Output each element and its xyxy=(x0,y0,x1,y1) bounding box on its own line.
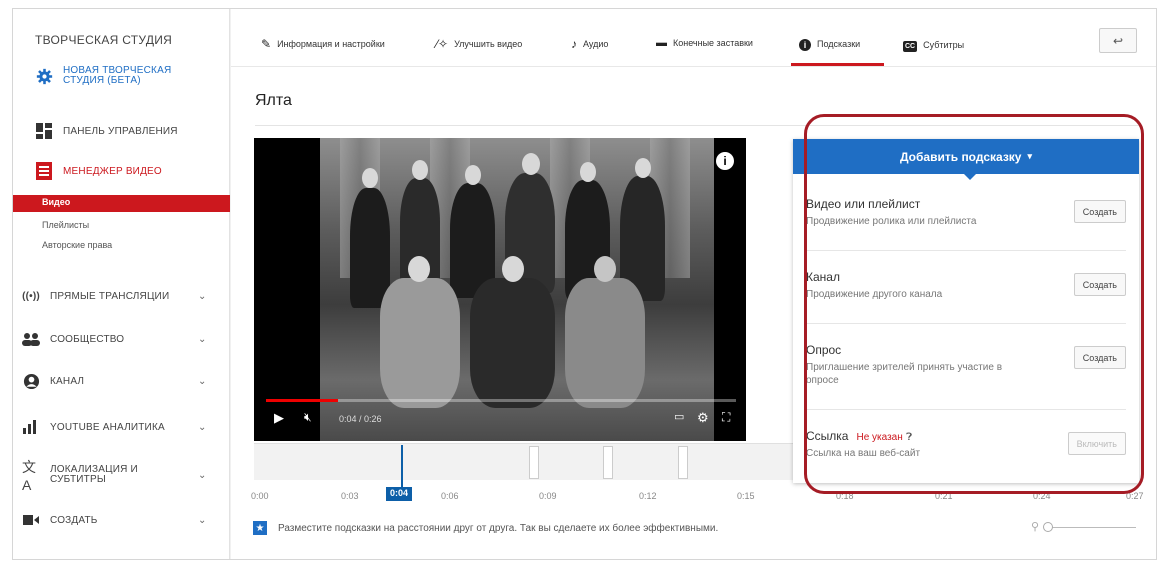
sidebar-item-label: ПРЯМЫЕ ТРАНСЛЯЦИИ xyxy=(50,290,170,302)
dashboard-icon xyxy=(35,122,53,140)
play-icon[interactable]: ▶ xyxy=(274,410,284,426)
tip-message: ★ Разместите подсказки на расстоянии дру… xyxy=(253,521,718,535)
sidebar-item-label: КАНАЛ xyxy=(50,375,85,387)
sidebar-item-label: YOUTUBE АНАЛИТИКА xyxy=(50,421,165,433)
sidebar-sub-copyright[interactable]: Авторские права xyxy=(42,240,112,250)
cc-icon: CC xyxy=(903,41,918,52)
chevron-down-icon: ⌄ xyxy=(198,375,207,387)
tab-info-settings[interactable]: ✎ Информация и настройки xyxy=(261,37,385,51)
tip-text: Разместите подсказки на расстоянии друг … xyxy=(278,522,719,534)
card-marker[interactable] xyxy=(603,446,613,479)
tab-label: Информация и настройки xyxy=(277,39,385,49)
sidebar-item-channel[interactable]: КАНАЛ ⌄ xyxy=(22,372,206,390)
video-player[interactable]: i ▶ 🔇︎ 0:04 / 0:26 ▭ ⚙ ⛶ xyxy=(254,138,746,441)
sidebar-item-label: СОЗДАТЬ xyxy=(50,514,98,526)
timeline-tick: 0:09 xyxy=(539,491,557,501)
channel-icon xyxy=(22,372,40,390)
gear-icon xyxy=(35,67,53,85)
chevron-down-icon: ⌄ xyxy=(198,469,207,481)
zoom-slider[interactable] xyxy=(1046,527,1136,528)
back-arrow-icon: ↩ xyxy=(1112,33,1124,48)
zoom-icon: ⚲ xyxy=(1031,521,1040,533)
tab-label: Улучшить видео xyxy=(454,39,523,49)
sidebar-sub-videos[interactable]: Видео xyxy=(42,197,70,207)
subtitles-icon[interactable]: ▭ xyxy=(674,410,684,423)
sidebar-item-label: НОВАЯ ТВОРЧЕСКАЯ СТУДИЯ (БЕТА) xyxy=(63,65,172,86)
tab-audio[interactable]: ♪ Аудио xyxy=(571,37,608,51)
magic-wand-icon: ⁄✧ xyxy=(436,37,449,51)
chevron-down-icon: ⌄ xyxy=(198,421,207,433)
timeline-current-time: 0:04 xyxy=(386,487,413,501)
sidebar-item-localization[interactable]: 文A ЛОКАЛИЗАЦИЯ И СУБТИТРЫ ⌄ xyxy=(22,459,206,493)
video-frame-image xyxy=(320,138,714,441)
card-marker[interactable] xyxy=(678,446,688,479)
chevron-down-icon: ⌄ xyxy=(198,290,207,302)
zoom-slider-handle[interactable] xyxy=(1043,522,1053,532)
editor-tabs: ✎ Информация и настройки ⁄✧ Улучшить видео… xyxy=(231,9,1156,67)
card-marker[interactable] xyxy=(529,446,539,479)
timeline-tick: 0:15 xyxy=(737,491,755,501)
tab-label: Аудио xyxy=(583,39,609,49)
pencil-icon: ✎ xyxy=(261,37,272,51)
sidebar-item-new-studio[interactable]: НОВАЯ ТВОРЧЕСКАЯ СТУДИЯ (БЕТА) xyxy=(35,66,183,86)
info-icon[interactable]: i xyxy=(716,152,734,170)
end-screen-icon: ▬ xyxy=(656,37,667,49)
star-icon: ★ xyxy=(253,521,267,535)
create-icon xyxy=(22,511,40,529)
sidebar-item-create[interactable]: СОЗДАТЬ ⌄ xyxy=(22,511,206,529)
video-time: 0:04 / 0:26 xyxy=(339,414,382,424)
video-progress-bar[interactable] xyxy=(266,399,736,402)
timeline-tick: 0:03 xyxy=(341,491,359,501)
info-icon: i xyxy=(799,37,811,51)
timeline-playhead[interactable] xyxy=(401,445,403,489)
active-tab-indicator xyxy=(791,63,884,66)
analytics-icon xyxy=(22,418,40,436)
highlight-annotation xyxy=(804,114,1144,494)
live-icon: ((•)) xyxy=(22,290,40,302)
sidebar-item-label: ЛОКАЛИЗАЦИЯ И СУБТИТРЫ xyxy=(50,464,138,485)
mute-icon[interactable]: 🔇︎ xyxy=(304,410,312,425)
sidebar-item-video-manager[interactable]: МЕНЕДЖЕР ВИДЕО xyxy=(35,162,162,180)
tab-label: Субтитры xyxy=(923,39,965,50)
tab-end-screens[interactable]: ▬ Конечные заставки xyxy=(656,37,753,49)
sidebar-item-analytics[interactable]: YOUTUBE АНАЛИТИКА ⌄ xyxy=(22,418,206,436)
video-manager-icon xyxy=(35,162,53,180)
sidebar-title: ТВОРЧЕСКАЯ СТУДИЯ xyxy=(35,33,173,47)
tab-label: Подсказки xyxy=(817,39,861,49)
timeline-tick: 0:06 xyxy=(441,491,459,501)
sidebar-item-label: МЕНЕДЖЕР ВИДЕО xyxy=(63,165,162,177)
community-icon xyxy=(22,330,40,348)
sidebar-item-label: ПАНЕЛЬ УПРАВЛЕНИЯ xyxy=(63,125,178,137)
timeline-tick: 0:12 xyxy=(639,491,657,501)
tab-cards[interactable]: i Подсказки xyxy=(799,37,860,51)
tab-subtitles[interactable]: CC Субтитры xyxy=(903,37,964,52)
sidebar-item-label: СООБЩЕСТВО xyxy=(50,333,125,345)
fullscreen-icon[interactable]: ⛶ xyxy=(722,410,730,425)
timeline-tick: 0:00 xyxy=(251,491,269,501)
back-button[interactable]: ↩ xyxy=(1099,28,1137,53)
sidebar-item-community[interactable]: СООБЩЕСТВО ⌄ xyxy=(22,330,206,348)
tab-label: Конечные заставки xyxy=(673,38,753,48)
chevron-down-icon: ⌄ xyxy=(198,333,207,345)
translate-icon: 文A xyxy=(22,459,37,493)
chevron-down-icon: ⌄ xyxy=(198,514,207,526)
tab-enhance[interactable]: ⁄✧ Улучшить видео xyxy=(436,37,522,51)
music-note-icon: ♪ xyxy=(571,37,577,51)
settings-gear-icon[interactable]: ⚙ xyxy=(697,410,709,426)
video-title: Ялта xyxy=(255,92,292,109)
sidebar-item-live[interactable]: ((•)) ПРЯМЫЕ ТРАНСЛЯЦИИ ⌄ xyxy=(22,287,206,305)
sidebar-item-dashboard[interactable]: ПАНЕЛЬ УПРАВЛЕНИЯ xyxy=(35,122,178,140)
sidebar-sub-playlists[interactable]: Плейлисты xyxy=(42,220,89,230)
